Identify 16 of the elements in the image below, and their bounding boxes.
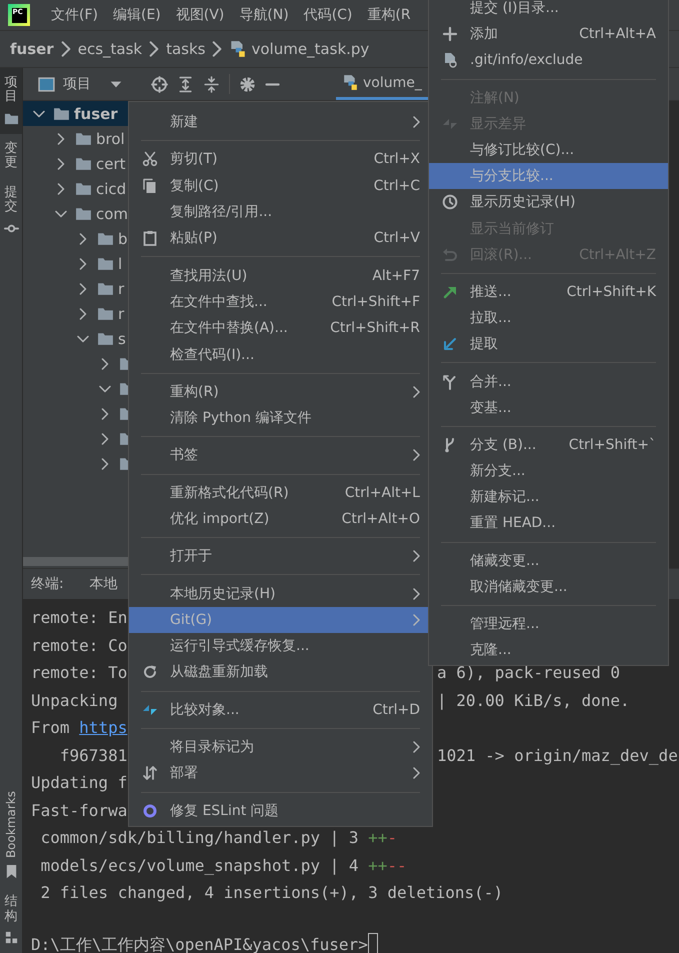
terminal-text: f967381 bbox=[58, 744, 128, 766]
terminal-text: From https bbox=[31, 717, 128, 739]
terminal-text: remote: To bbox=[31, 662, 128, 684]
terminal-text: models/ecs/volume_snapshot.py | 4 ++-- bbox=[40, 854, 407, 877]
terminal-text: remote: En bbox=[31, 607, 128, 629]
terminal-text: D:\工作\工作内容\openAPI&yacos\fuser> bbox=[31, 934, 368, 953]
terminal-text: Updating f bbox=[31, 772, 128, 794]
terminal-text: | 20.00 KiB/s, done. bbox=[437, 690, 630, 712]
terminal-text: Fast-forwa bbox=[31, 800, 128, 822]
terminal-text: remote: Co bbox=[31, 634, 128, 656]
terminal-text: 2 files changed, 4 insertions(+), 3 deletions(-) bbox=[40, 882, 504, 904]
terminal-text: Unpacking bbox=[31, 690, 118, 712]
terminal-text: 1021 -> origin/maz_dev_de bbox=[437, 744, 678, 767]
terminal-text: a 6), pack-reused 0 bbox=[437, 662, 620, 684]
terminal-text: common/sdk/billing/handler.py | 3 ++- bbox=[40, 827, 398, 849]
terminal-title: 终端: bbox=[31, 575, 64, 593]
